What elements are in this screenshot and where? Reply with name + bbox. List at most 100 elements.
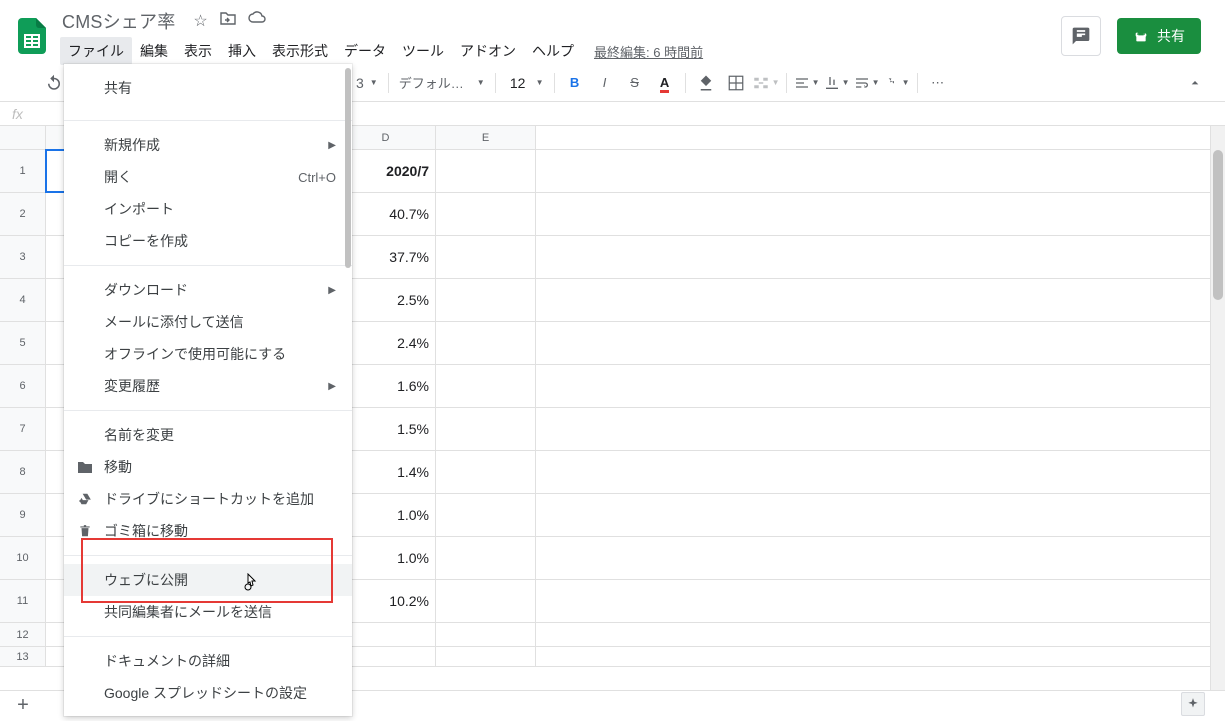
more-button[interactable]: ⋯ bbox=[924, 69, 952, 97]
cell-rest[interactable] bbox=[536, 193, 1210, 235]
menu-import[interactable]: インポート bbox=[64, 193, 352, 225]
menu-edit[interactable]: 編集 bbox=[132, 37, 176, 65]
menu-trash[interactable]: ゴミ箱に移動 bbox=[64, 515, 352, 547]
cell-E12[interactable] bbox=[436, 623, 536, 646]
rotate-button[interactable]: ▼ bbox=[883, 69, 911, 97]
menu-view[interactable]: 表示 bbox=[176, 37, 220, 65]
cell-rest[interactable] bbox=[536, 451, 1210, 493]
menu-open[interactable]: 開くCtrl+O bbox=[64, 161, 352, 193]
menu-new[interactable]: 新規作成▶ bbox=[64, 129, 352, 161]
strike-button[interactable]: S bbox=[621, 69, 649, 97]
menu-data[interactable]: データ bbox=[336, 37, 394, 65]
row-header[interactable]: 8 bbox=[0, 451, 46, 493]
row-header[interactable]: 1 bbox=[0, 150, 46, 192]
select-all-corner[interactable] bbox=[0, 126, 46, 149]
menu-move[interactable]: 移動 bbox=[64, 451, 352, 483]
menu-publish-web[interactable]: ウェブに公開 bbox=[64, 564, 352, 596]
cell-rest[interactable] bbox=[536, 236, 1210, 278]
row-header[interactable]: 9 bbox=[0, 494, 46, 536]
file-menu-dropdown: 共有 新規作成▶ 開くCtrl+O インポート コピーを作成 ダウンロード▶ メ… bbox=[64, 64, 352, 716]
row-header[interactable]: 7 bbox=[0, 408, 46, 450]
bold-button[interactable]: B bbox=[561, 69, 589, 97]
star-icon[interactable]: ☆ bbox=[193, 11, 207, 31]
font-picker[interactable]: デフォルト...▼ bbox=[395, 73, 489, 92]
cell-rest[interactable] bbox=[536, 580, 1210, 622]
cloud-icon[interactable] bbox=[248, 11, 266, 31]
cell-rest[interactable] bbox=[536, 408, 1210, 450]
cell-E2[interactable] bbox=[436, 193, 536, 235]
menu-offline[interactable]: オフラインで使用可能にする bbox=[64, 338, 352, 370]
menu-rename[interactable]: 名前を変更 bbox=[64, 419, 352, 451]
wrap-button[interactable]: ▼ bbox=[853, 69, 881, 97]
menu-tools[interactable]: ツール bbox=[394, 37, 452, 65]
cell-E9[interactable] bbox=[436, 494, 536, 536]
row-header[interactable]: 2 bbox=[0, 193, 46, 235]
add-sheet-button[interactable]: + bbox=[8, 691, 38, 721]
share-button[interactable]: 共有 bbox=[1117, 18, 1201, 54]
row-header[interactable]: 5 bbox=[0, 322, 46, 364]
collapse-toolbar-button[interactable] bbox=[1181, 69, 1209, 97]
menu-shortcut[interactable]: ドライブにショートカットを追加 bbox=[64, 483, 352, 515]
menu-share[interactable]: 共有 bbox=[64, 64, 352, 112]
v-align-button[interactable]: ▼ bbox=[823, 69, 851, 97]
menu-copy[interactable]: コピーを作成 bbox=[64, 225, 352, 257]
cell-rest[interactable] bbox=[536, 150, 1210, 192]
cell-rest[interactable] bbox=[536, 365, 1210, 407]
cell-E8[interactable] bbox=[436, 451, 536, 493]
cell-rest[interactable] bbox=[536, 647, 1210, 666]
fill-color-button[interactable] bbox=[692, 69, 720, 97]
row-header[interactable]: 12 bbox=[0, 623, 46, 646]
fx-icon: fx bbox=[12, 106, 23, 122]
cell-rest[interactable] bbox=[536, 494, 1210, 536]
cell-E11[interactable] bbox=[436, 580, 536, 622]
cell-E5[interactable] bbox=[436, 322, 536, 364]
italic-button[interactable]: I bbox=[591, 69, 619, 97]
menu-help[interactable]: ヘルプ bbox=[524, 37, 582, 65]
row-header[interactable]: 6 bbox=[0, 365, 46, 407]
merge-button[interactable]: ▼ bbox=[752, 69, 780, 97]
cell-E10[interactable] bbox=[436, 537, 536, 579]
font-size[interactable]: 12▼ bbox=[502, 75, 548, 91]
menu-download[interactable]: ダウンロード▶ bbox=[64, 274, 352, 306]
menu-addons[interactable]: アドオン bbox=[452, 37, 524, 65]
h-align-button[interactable]: ▼ bbox=[793, 69, 821, 97]
menu-email-collab[interactable]: 共同編集者にメールを送信 bbox=[64, 596, 352, 628]
row-header[interactable]: 13 bbox=[0, 647, 46, 666]
menu-settings[interactable]: Google スプレッドシートの設定 bbox=[64, 677, 352, 709]
menu-insert[interactable]: 挿入 bbox=[220, 37, 264, 65]
borders-button[interactable] bbox=[722, 69, 750, 97]
cell-rest[interactable] bbox=[536, 623, 1210, 646]
menu-print[interactable]: 印刷Ctrl+P bbox=[64, 709, 352, 716]
text-color-button[interactable]: A bbox=[651, 69, 679, 97]
cell-E13[interactable] bbox=[436, 647, 536, 666]
row-header[interactable]: 10 bbox=[0, 537, 46, 579]
last-edit[interactable]: 最終編集: 6 時間前 bbox=[594, 42, 703, 61]
move-folder-icon[interactable] bbox=[220, 11, 236, 31]
cursor-pointer-icon bbox=[243, 573, 259, 593]
cell-E3[interactable] bbox=[436, 236, 536, 278]
cell-rest[interactable] bbox=[536, 279, 1210, 321]
col-header-e[interactable]: E bbox=[436, 126, 536, 149]
menu-file[interactable]: ファイル bbox=[60, 37, 132, 65]
cell-E7[interactable] bbox=[436, 408, 536, 450]
menu-format[interactable]: 表示形式 bbox=[264, 37, 336, 65]
menu-doc-details[interactable]: ドキュメントの詳細 bbox=[64, 645, 352, 677]
sheets-logo[interactable] bbox=[12, 16, 52, 56]
cell-rest[interactable] bbox=[536, 322, 1210, 364]
decimal-field[interactable]: 3▼ bbox=[352, 75, 382, 91]
drive-icon bbox=[76, 490, 94, 508]
cell-E4[interactable] bbox=[436, 279, 536, 321]
comments-button[interactable] bbox=[1061, 16, 1101, 56]
explore-button[interactable] bbox=[1181, 692, 1205, 716]
menu-email-attach[interactable]: メールに添付して送信 bbox=[64, 306, 352, 338]
row-header[interactable]: 11 bbox=[0, 580, 46, 622]
cell-rest[interactable] bbox=[536, 537, 1210, 579]
trash-icon bbox=[76, 522, 94, 540]
cell-E1[interactable] bbox=[436, 150, 536, 192]
vertical-scrollbar[interactable] bbox=[1210, 126, 1225, 690]
row-header[interactable]: 3 bbox=[0, 236, 46, 278]
row-header[interactable]: 4 bbox=[0, 279, 46, 321]
cell-E6[interactable] bbox=[436, 365, 536, 407]
menu-history[interactable]: 変更履歴▶ bbox=[64, 370, 352, 402]
doc-title[interactable]: CMSシェア率 bbox=[62, 8, 175, 34]
